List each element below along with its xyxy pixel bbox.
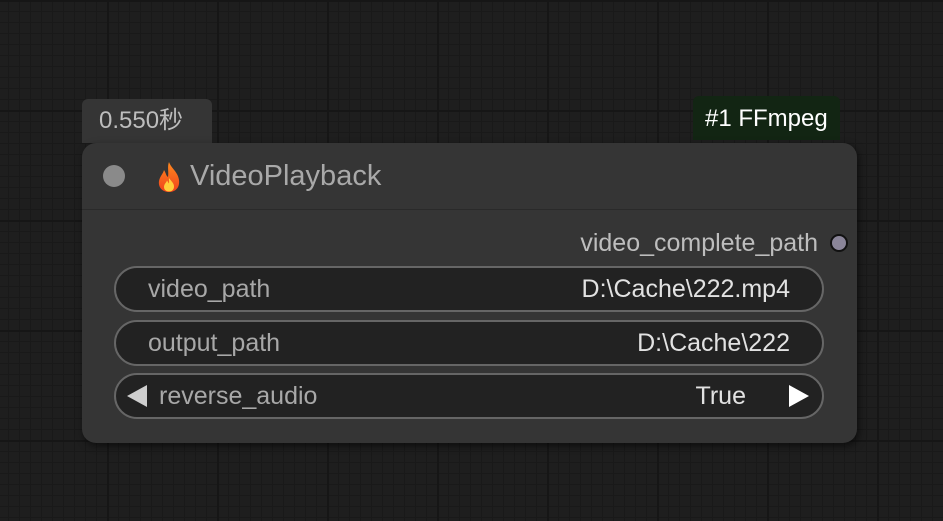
output-path-label: output_path: [148, 329, 281, 357]
output-path-field[interactable]: output_path D:\Cache\222: [114, 320, 824, 366]
arrow-left-icon[interactable]: [127, 385, 147, 407]
video-path-value: D:\Cache\222.mp4: [581, 275, 790, 303]
node-title: VideoPlayback: [190, 160, 382, 192]
reverse-audio-value: True: [695, 382, 746, 410]
node-id-badge: #1 FFmpeg: [693, 96, 840, 140]
arrow-right-icon[interactable]: [789, 385, 809, 407]
fire-icon: [158, 162, 180, 192]
execution-time-badge: 0.550秒: [82, 99, 212, 143]
node-header[interactable]: VideoPlayback: [82, 143, 857, 210]
output-label: video_complete_path: [580, 228, 818, 257]
reverse-audio-combo[interactable]: reverse_audio True: [114, 373, 824, 419]
output-slot-dot[interactable]: [830, 234, 848, 252]
collapse-toggle-dot[interactable]: [103, 165, 125, 187]
video-path-label: video_path: [148, 275, 271, 303]
graph-canvas[interactable]: 0.550秒 #1 FFmpeg VideoPlayback video_com…: [0, 0, 943, 521]
output-path-value: D:\Cache\222: [637, 329, 790, 357]
videoplayback-node[interactable]: VideoPlayback video_complete_path video_…: [82, 143, 857, 443]
output-video-complete-path[interactable]: video_complete_path: [580, 228, 848, 258]
video-path-field[interactable]: video_path D:\Cache\222.mp4: [114, 266, 824, 312]
reverse-audio-label: reverse_audio: [159, 382, 318, 410]
